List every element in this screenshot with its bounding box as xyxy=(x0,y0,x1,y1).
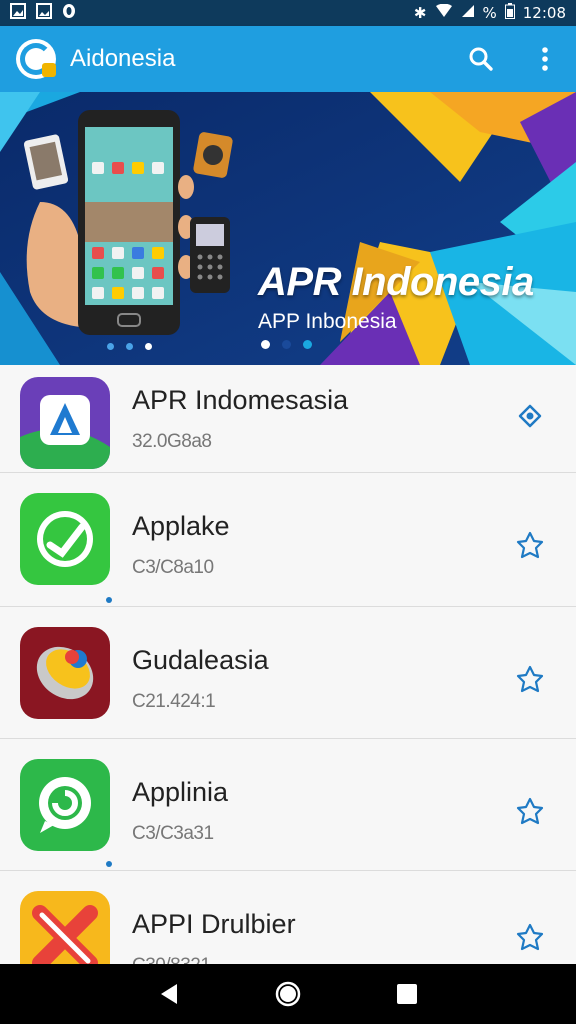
phone-carousel-indicator xyxy=(107,343,152,350)
list-item[interactable]: Applake C3/C8a10 xyxy=(0,473,576,607)
app-icon xyxy=(20,891,110,965)
favorite-button[interactable] xyxy=(514,921,546,953)
banner-subtitle: APP Inbonesia xyxy=(258,310,397,333)
app-name: APPI Drulbier xyxy=(132,909,296,939)
carousel-dot[interactable] xyxy=(126,343,133,350)
back-button[interactable] xyxy=(154,979,184,1009)
carousel-dot-active[interactable] xyxy=(145,343,152,350)
battery-icon xyxy=(504,3,515,23)
home-icon xyxy=(275,981,301,1007)
gallery-notification-icon xyxy=(36,3,52,23)
wifi-icon xyxy=(435,3,453,22)
location-button[interactable] xyxy=(514,401,546,433)
carousel-dot-active[interactable] xyxy=(261,340,270,349)
unread-indicator xyxy=(106,597,112,603)
app-icon xyxy=(20,377,110,469)
recents-button[interactable] xyxy=(392,979,422,1009)
status-bar: ✱ % 12:08 xyxy=(0,0,576,26)
banner-title: APR Indonesia xyxy=(258,260,534,304)
carousel-dot[interactable] xyxy=(107,343,114,350)
favorite-button[interactable] xyxy=(514,529,546,561)
image-notification-icon xyxy=(10,3,26,23)
carousel-dot[interactable] xyxy=(303,340,312,349)
app-meta: C3/C3a31 xyxy=(132,823,214,844)
favorite-button[interactable] xyxy=(514,663,546,695)
list-item[interactable]: APR Indomesasia 32.0G8a8 xyxy=(0,365,576,473)
location-pin-icon xyxy=(518,404,542,428)
search-button[interactable] xyxy=(466,44,496,74)
star-outline-icon xyxy=(516,531,544,559)
app-name: Gudaleasia xyxy=(132,645,269,675)
system-nav-bar xyxy=(0,964,576,1024)
app-meta: C21.424:1 xyxy=(132,691,216,712)
list-item[interactable]: Gudaleasia C21.424:1 xyxy=(0,607,576,739)
list-item[interactable]: Applinia C3/C3a31 xyxy=(0,739,576,871)
banner-carousel-indicator xyxy=(261,340,312,349)
home-button[interactable] xyxy=(273,979,303,1009)
battery-percent: % xyxy=(482,4,497,22)
app-icon xyxy=(20,493,110,585)
app-name: Applinia xyxy=(132,777,229,807)
more-vert-icon xyxy=(542,47,548,71)
search-icon xyxy=(469,47,493,71)
app-notification-icon xyxy=(62,3,76,23)
back-icon xyxy=(161,984,178,1004)
promo-banner[interactable]: APR Indonesia APP Inbonesia xyxy=(0,92,576,365)
star-outline-icon xyxy=(516,923,544,951)
app-name: APR Indomesasia xyxy=(132,385,349,415)
app-icon xyxy=(20,627,110,719)
app-icon xyxy=(20,759,110,851)
signal-icon xyxy=(461,4,475,22)
app-meta: 32.0G8a8 xyxy=(132,431,212,452)
app-title: Aidonesia xyxy=(70,45,176,72)
list-item[interactable]: APPI Drulbier C30/8321 xyxy=(0,871,576,976)
clock: 12:08 xyxy=(522,4,566,22)
carousel-dot[interactable] xyxy=(282,340,291,349)
app-name: Applake xyxy=(132,511,230,541)
app-list: APR Indomesasia 32.0G8a8 Applake C3/C8a1… xyxy=(0,365,576,976)
overflow-menu-button[interactable] xyxy=(530,44,560,74)
star-outline-icon xyxy=(516,797,544,825)
app-meta: C3/C8a10 xyxy=(132,557,214,578)
app-bar: Aidonesia xyxy=(0,26,576,92)
star-outline-icon xyxy=(516,665,544,693)
app-logo-icon xyxy=(16,39,56,79)
favorite-button[interactable] xyxy=(514,795,546,827)
unread-indicator xyxy=(106,861,112,867)
bluetooth-icon: ✱ xyxy=(413,4,427,22)
recents-icon xyxy=(396,984,417,1004)
